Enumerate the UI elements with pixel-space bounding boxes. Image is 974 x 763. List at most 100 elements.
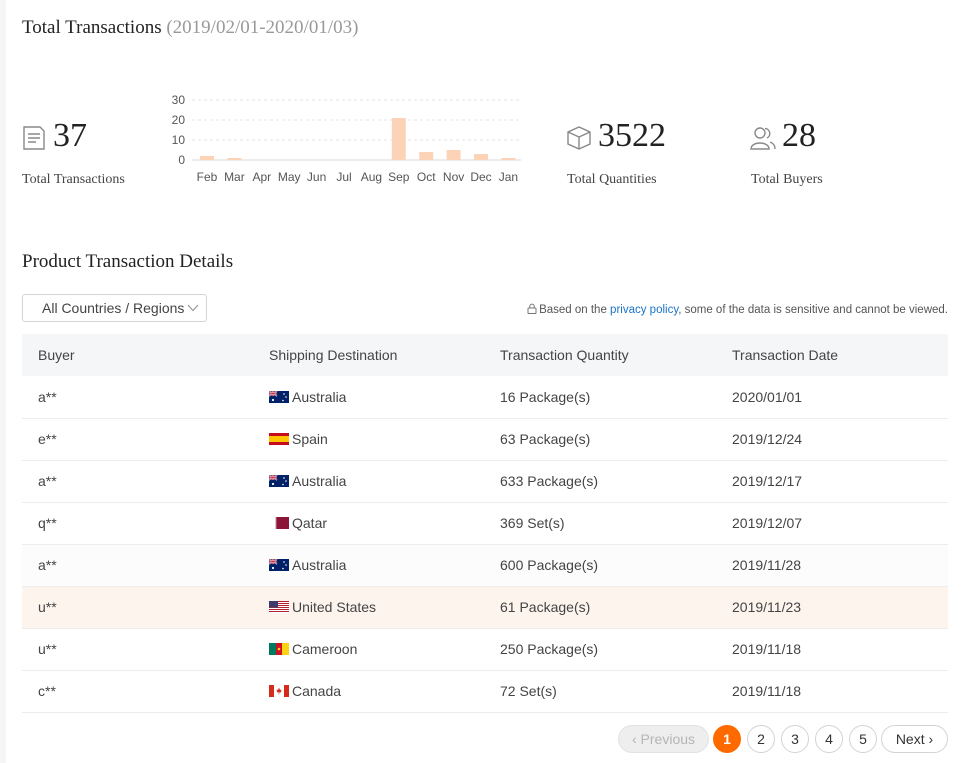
ca-flag-icon bbox=[269, 685, 289, 697]
column-header-destination: Shipping Destination bbox=[269, 347, 398, 363]
x-tick-label: Jan bbox=[499, 170, 518, 184]
date-cell: 2019/11/18 bbox=[732, 683, 802, 699]
x-tick-label: Jun bbox=[307, 170, 326, 184]
date-cell: 2019/12/07 bbox=[732, 515, 803, 531]
x-tick-label: Nov bbox=[443, 170, 464, 184]
bar-nov[interactable] bbox=[446, 150, 461, 160]
destination-cell: United States bbox=[253, 586, 484, 628]
country-name: United States bbox=[292, 599, 377, 615]
destination-cell: Australia bbox=[253, 544, 484, 586]
bar-dec[interactable] bbox=[474, 154, 488, 160]
quantity-cell: 16 Package(s) bbox=[500, 388, 591, 405]
qa-flag-icon bbox=[269, 517, 289, 529]
country-filter-dropdown[interactable]: All Countries / Regions bbox=[22, 294, 207, 322]
au-flag-icon bbox=[269, 390, 289, 403]
column-header-date: Transaction Date bbox=[732, 347, 839, 363]
next-page-button[interactable]: Next › bbox=[881, 725, 948, 753]
table-row: u** United States 61 Package(s) 2019/11/23 bbox=[22, 586, 948, 628]
users-icon bbox=[750, 127, 776, 150]
monthly-transactions-chart: 0 10 20 30 Feb Mar Apr May Jun Jul Aug Sep Oct Nov Dec… bbox=[172, 93, 521, 184]
country-name: Australia bbox=[292, 473, 347, 489]
table-row: a** Australia 16 Package(s) 2020/01/01 bbox=[22, 376, 948, 418]
next-label: Next bbox=[895, 731, 925, 747]
date-range: (2019/02/01-2020/01/03) bbox=[166, 17, 359, 38]
page-4-button[interactable]: 4 bbox=[815, 725, 843, 753]
table-row: q** Qatar 369 Set(s) 2019/12/07 bbox=[22, 502, 948, 544]
destination-cell: Australia bbox=[253, 460, 484, 502]
quantity-cell: 600 Package(s) bbox=[500, 557, 599, 573]
y-tick-label: 20 bbox=[172, 113, 186, 127]
title-text: Total Transactions bbox=[22, 17, 162, 38]
quantity-cell: 61 Package(s) bbox=[500, 599, 591, 615]
country-filter-value: All Countries / Regions bbox=[42, 300, 185, 316]
date-cell: 2019/11/28 bbox=[732, 557, 802, 573]
transactions-table: Buyer Shipping Destination Transaction Q… bbox=[22, 334, 948, 713]
cm-flag-icon bbox=[269, 643, 289, 655]
section-title: Product Transaction Details bbox=[22, 251, 234, 272]
x-tick-label: Aug bbox=[361, 170, 382, 184]
table-row: u** Cameroon 250 Package(s) 2019/11/18 bbox=[22, 628, 948, 670]
chevron-right-icon: › bbox=[928, 731, 934, 747]
x-tick-label: Dec bbox=[470, 170, 491, 184]
page-2-button[interactable]: 2 bbox=[747, 725, 775, 753]
transactions-panel: Total Transactions (2019/02/01-2020/01/0… bbox=[6, 0, 974, 763]
page-3-button[interactable]: 3 bbox=[781, 725, 809, 753]
buyer-cell: a** bbox=[38, 388, 57, 405]
previous-page-button[interactable]: ‹ Previous bbox=[618, 725, 709, 753]
country-name: Australia bbox=[292, 388, 347, 405]
lock-icon bbox=[527, 303, 537, 314]
privacy-notice: Based on the privacy policy, some of the… bbox=[527, 303, 948, 316]
x-tick-label: Jul bbox=[336, 170, 351, 184]
x-tick-label: Mar bbox=[224, 170, 245, 184]
chevron-left-icon: ‹ bbox=[631, 731, 637, 747]
quantity-cell: 369 Set(s) bbox=[500, 515, 565, 531]
document-icon bbox=[23, 126, 45, 150]
total-quantities-label: Total Quantities bbox=[567, 172, 657, 187]
table-row: c** Canada 72 Set(s) 2019/11/18 bbox=[22, 670, 948, 712]
y-tick-label: 10 bbox=[172, 133, 186, 147]
date-cell: 2019/11/18 bbox=[732, 641, 802, 657]
y-tick-label: 0 bbox=[178, 153, 185, 167]
total-transactions-label: Total Transactions bbox=[22, 172, 125, 187]
quantity-cell: 63 Package(s) bbox=[500, 431, 591, 447]
bar-mar[interactable] bbox=[227, 158, 242, 160]
total-buyers-value: 28 bbox=[782, 117, 816, 154]
page-5-button[interactable]: 5 bbox=[849, 725, 877, 753]
country-name: Cameroon bbox=[292, 641, 358, 657]
x-tick-label: Apr bbox=[252, 170, 271, 184]
bar-sep[interactable] bbox=[391, 118, 406, 160]
total-quantities-value: 3522 bbox=[598, 117, 666, 154]
bar-jan[interactable] bbox=[501, 158, 516, 160]
us-flag-icon bbox=[269, 601, 289, 613]
buyer-cell: c** bbox=[38, 683, 56, 699]
page-1-button[interactable]: 1 bbox=[713, 725, 741, 753]
buyer-cell: u** bbox=[38, 641, 57, 657]
table-row: a** Australia 600 Package(s) 2019/11/28 bbox=[22, 544, 948, 586]
notice-suffix: , some of the data is sensitive and cann… bbox=[678, 304, 948, 316]
destination-cell: Australia bbox=[253, 376, 484, 418]
x-tick-label: May bbox=[278, 170, 301, 184]
privacy-policy-link[interactable]: privacy policy bbox=[610, 304, 678, 316]
country-name: Qatar bbox=[292, 515, 328, 531]
table-row: a** Australia 633 Package(s) 2019/12/17 bbox=[22, 460, 948, 502]
buyer-cell: a** bbox=[38, 557, 57, 573]
destination-cell: Qatar bbox=[253, 502, 484, 544]
bar-oct[interactable] bbox=[419, 152, 434, 160]
quantity-cell: 633 Package(s) bbox=[500, 473, 599, 489]
previous-label: Previous bbox=[640, 731, 696, 747]
buyer-cell: a** bbox=[38, 473, 57, 489]
au-flag-icon bbox=[269, 559, 289, 571]
page-title: Total Transactions (2019/02/01-2020/01/0… bbox=[22, 17, 358, 39]
destination-cell: Spain bbox=[253, 418, 484, 460]
country-name: Australia bbox=[292, 557, 347, 573]
destination-cell: Canada bbox=[253, 670, 484, 712]
quantity-cell: 250 Package(s) bbox=[500, 641, 599, 657]
column-header-buyer: Buyer bbox=[38, 347, 75, 363]
date-cell: 2019/11/23 bbox=[732, 599, 802, 615]
quantity-cell: 72 Set(s) bbox=[500, 683, 557, 699]
chevron-down-icon bbox=[187, 304, 199, 312]
x-tick-label: Feb bbox=[197, 170, 218, 184]
box-icon bbox=[567, 126, 591, 150]
buyer-cell: e** bbox=[38, 431, 57, 447]
bar-feb[interactable] bbox=[200, 156, 214, 160]
